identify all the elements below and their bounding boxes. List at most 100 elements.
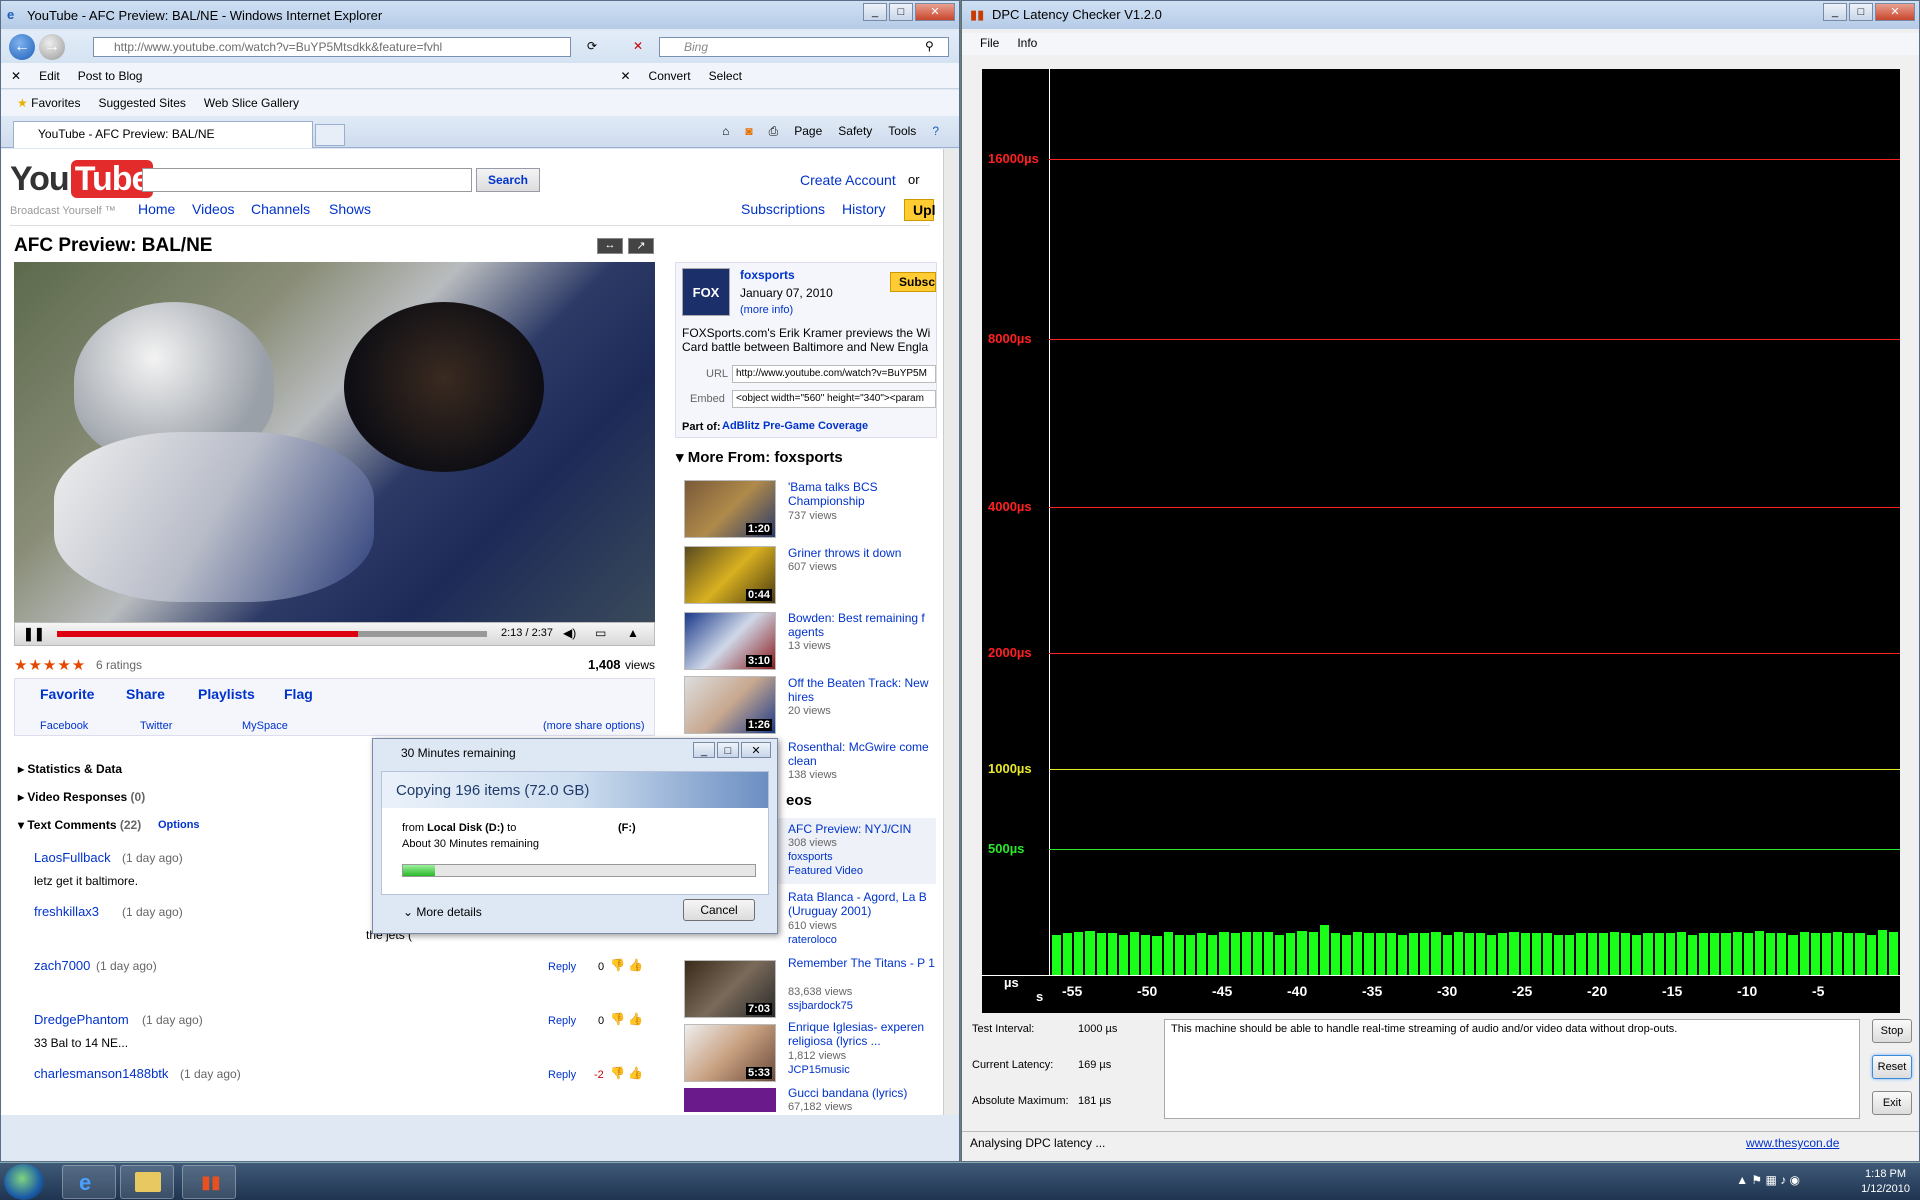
- embed-field[interactable]: <object width="560" height="340"><param: [732, 390, 936, 408]
- video-thumbnail[interactable]: 3:10: [684, 612, 776, 670]
- youtube-logo[interactable]: You Tube: [10, 160, 154, 199]
- print-icon[interactable]: ⎙: [769, 124, 779, 139]
- maximize-button[interactable]: □: [1849, 3, 1873, 21]
- more-share-options[interactable]: (more share options): [543, 720, 645, 732]
- comments-options-link[interactable]: Options: [158, 819, 200, 831]
- share-twitter[interactable]: Twitter: [140, 720, 172, 732]
- menu-up-icon[interactable]: ▲: [627, 626, 639, 640]
- comment-user[interactable]: freshkillax3: [34, 904, 99, 919]
- thumbs-icons[interactable]: 👎 👍: [610, 1066, 643, 1080]
- back-icon[interactable]: ←: [9, 34, 35, 60]
- related-author[interactable]: foxsports: [788, 851, 833, 863]
- minimize-button[interactable]: _: [863, 3, 887, 21]
- volume-icon[interactable]: ◀): [563, 626, 576, 640]
- edit-button[interactable]: Edit: [39, 69, 60, 83]
- comment-user[interactable]: LaosFullback: [34, 850, 111, 865]
- pause-icon[interactable]: ❚❚: [23, 626, 45, 642]
- share-button[interactable]: Share: [126, 686, 165, 702]
- thumbs-icons[interactable]: 👎 👍: [610, 1012, 643, 1026]
- size-icon[interactable]: ▭: [595, 626, 606, 640]
- maximize-button[interactable]: □: [717, 742, 739, 758]
- web-slice-button[interactable]: Web Slice Gallery: [204, 96, 299, 110]
- start-button[interactable]: [4, 1164, 44, 1200]
- more-info-link[interactable]: (more info): [740, 304, 793, 316]
- related-title[interactable]: Griner throws it down: [788, 546, 901, 560]
- menu-file[interactable]: File: [980, 36, 999, 55]
- taskbar-clock[interactable]: 1:18 PM 1/12/2010: [1861, 1167, 1910, 1197]
- menu-info[interactable]: Info: [1017, 36, 1037, 55]
- video-thumbnail[interactable]: 1:26: [684, 676, 776, 734]
- yt-search-button[interactable]: Search: [476, 168, 540, 192]
- more-details-toggle[interactable]: ⌄ More details: [403, 905, 482, 919]
- refresh-icon[interactable]: ⟳: [587, 39, 597, 53]
- tray-icons[interactable]: ▲ ⚑ ▦ ♪ ◉: [1736, 1173, 1800, 1187]
- reply-link[interactable]: Reply: [548, 1015, 576, 1027]
- video-thumbnail[interactable]: [684, 1088, 776, 1112]
- nav-subscriptions[interactable]: Subscriptions: [741, 201, 825, 217]
- related-author[interactable]: ssjbardock75: [788, 1000, 853, 1012]
- upload-button[interactable]: Upl: [904, 199, 936, 221]
- video-player[interactable]: [14, 262, 655, 622]
- related-title[interactable]: 'Bama talks BCS Championship: [788, 480, 938, 508]
- safety-menu[interactable]: Safety: [838, 124, 872, 139]
- new-tab-button[interactable]: [315, 124, 345, 146]
- search-icon[interactable]: ⚲: [925, 39, 934, 53]
- post-to-blog-button[interactable]: Post to Blog: [78, 69, 143, 83]
- favorite-button[interactable]: Favorite: [40, 686, 94, 702]
- playlists-button[interactable]: Playlists: [198, 686, 255, 702]
- close-button[interactable]: ✕: [1875, 3, 1915, 21]
- related-title[interactable]: Off the Beaten Track: New hires: [788, 676, 938, 704]
- related-title[interactable]: Remember The Titans - P 1: [788, 956, 938, 984]
- cancel-button[interactable]: Cancel: [683, 899, 755, 921]
- home-icon[interactable]: ⌂: [722, 124, 729, 139]
- text-comments-section[interactable]: ▾ Text Comments (22): [18, 818, 141, 832]
- expand-icon[interactable]: ↔: [597, 238, 623, 254]
- stop-icon[interactable]: ✕: [633, 39, 643, 53]
- more-from-header[interactable]: ▾ More From: foxsports: [676, 448, 843, 466]
- share-myspace[interactable]: MySpace: [242, 720, 288, 732]
- close-button[interactable]: ✕: [741, 742, 771, 758]
- nav-shows[interactable]: Shows: [329, 201, 371, 217]
- related-title[interactable]: AFC Preview: NYJ/CIN: [788, 822, 911, 836]
- nav-home[interactable]: Home: [138, 201, 175, 217]
- rss-icon[interactable]: ◙: [745, 124, 752, 139]
- tab-youtube[interactable]: YouTube - AFC Preview: BAL/NE: [13, 121, 313, 148]
- tools-menu[interactable]: Tools: [888, 124, 916, 139]
- maximize-button[interactable]: □: [889, 3, 913, 21]
- favorites-button[interactable]: ★ Favorites: [17, 96, 80, 110]
- ie-taskbar-icon[interactable]: e: [62, 1165, 116, 1199]
- close-button[interactable]: ✕: [915, 3, 955, 21]
- related-title[interactable]: Rosenthal: McGwire come clean: [788, 740, 938, 768]
- star-rating[interactable]: ★★★★★: [14, 656, 86, 674]
- video-thumbnail[interactable]: 5:33: [684, 1024, 776, 1082]
- subscribe-button[interactable]: Subsc: [890, 272, 936, 292]
- video-thumbnail[interactable]: 0:44: [684, 546, 776, 604]
- minimize-button[interactable]: _: [693, 742, 715, 758]
- video-responses-section[interactable]: ▸ Video Responses (0): [18, 790, 145, 804]
- address-input[interactable]: http://www.youtube.com/watch?v=BuYP5Mtsd…: [93, 37, 571, 57]
- thesycon-link[interactable]: www.thesycon.de: [1746, 1136, 1839, 1150]
- exit-button[interactable]: Exit: [1872, 1091, 1912, 1115]
- related-author[interactable]: JCP15music: [788, 1064, 850, 1076]
- fox-logo[interactable]: FOX: [682, 268, 730, 316]
- suggested-sites-button[interactable]: Suggested Sites: [98, 96, 185, 110]
- nav-history[interactable]: History: [842, 201, 886, 217]
- related-title[interactable]: Rata Blanca - Agord, La B (Uruguay 2001): [788, 890, 938, 918]
- thumbs-icons[interactable]: 👎 👍: [610, 958, 643, 972]
- comment-user[interactable]: DredgePhantom: [34, 1012, 129, 1027]
- stop-button[interactable]: Stop: [1872, 1019, 1912, 1043]
- flag-button[interactable]: Flag: [284, 686, 313, 702]
- url-field[interactable]: http://www.youtube.com/watch?v=BuYP5M: [732, 365, 936, 383]
- video-thumbnail[interactable]: 7:03: [684, 960, 776, 1018]
- reply-link[interactable]: Reply: [548, 1069, 576, 1081]
- related-author[interactable]: rateroloco: [788, 934, 837, 946]
- minimize-button[interactable]: _: [1823, 3, 1847, 21]
- help-icon[interactable]: ?: [932, 124, 939, 139]
- reply-link[interactable]: Reply: [548, 961, 576, 973]
- related-title[interactable]: Gucci bandana (lyrics): [788, 1086, 907, 1100]
- close-toolbar-icon[interactable]: ✕: [11, 69, 21, 83]
- related-title[interactable]: Bowden: Best remaining f agents: [788, 611, 938, 639]
- comment-user[interactable]: zach7000: [34, 958, 90, 973]
- nav-channels[interactable]: Channels: [251, 201, 310, 217]
- dpc-taskbar-icon[interactable]: ▮▮: [182, 1165, 236, 1199]
